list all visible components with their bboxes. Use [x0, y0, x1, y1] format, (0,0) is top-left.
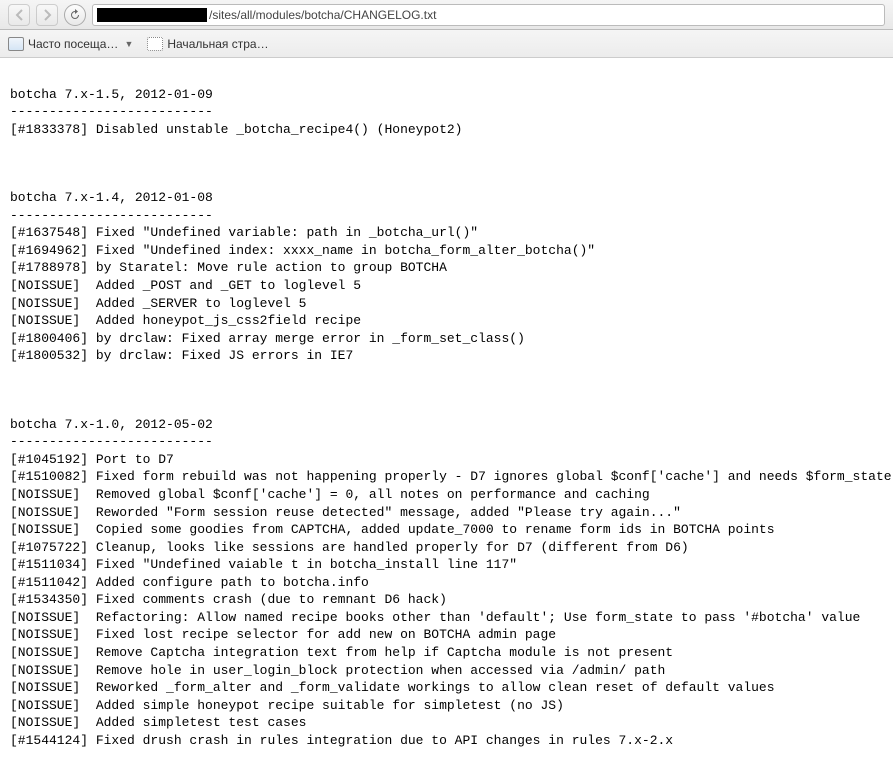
back-button[interactable]: [8, 4, 30, 26]
url-host-redacted: [97, 8, 207, 22]
changelog-line: [NOISSUE] Remove Captcha integration tex…: [10, 645, 673, 660]
changelog-line: [NOISSUE] Added _POST and _GET to loglev…: [10, 278, 361, 293]
forward-button[interactable]: [36, 4, 58, 26]
separator: --------------------------: [10, 208, 213, 223]
page-icon: [147, 37, 163, 51]
browser-toolbar: /sites/all/modules/botcha/CHANGELOG.txt: [0, 0, 893, 30]
changelog-line: [NOISSUE] Added _SERVER to loglevel 5: [10, 296, 306, 311]
separator: --------------------------: [10, 434, 213, 449]
changelog-line: [NOISSUE] Remove hole in user_login_bloc…: [10, 663, 665, 678]
changelog-line: [#1544124] Fixed drush crash in rules in…: [10, 733, 673, 748]
changelog-line: [#1637548] Fixed "Undefined variable: pa…: [10, 225, 478, 240]
changelog-line: [#1788978] by Staratel: Move rule action…: [10, 260, 447, 275]
changelog-line: [NOISSUE] Added honeypot_js_css2field re…: [10, 313, 361, 328]
url-bar[interactable]: /sites/all/modules/botcha/CHANGELOG.txt: [92, 4, 885, 26]
changelog-line: [#1511034] Fixed "Undefined vaiable t in…: [10, 557, 517, 572]
reload-icon: [69, 9, 81, 21]
version-block: botcha 7.x-1.4, 2012-01-08 -------------…: [10, 172, 883, 365]
changelog-line: [#1534350] Fixed comments crash (due to …: [10, 592, 447, 607]
version-block: botcha 7.x-1.5, 2012-01-09 -------------…: [10, 86, 883, 139]
changelog-line: [NOISSUE] Removed global $conf['cache'] …: [10, 487, 650, 502]
changelog-line: [#1833378] Disabled unstable _botcha_rec…: [10, 122, 462, 137]
url-path: /sites/all/modules/botcha/CHANGELOG.txt: [209, 8, 436, 22]
reload-button[interactable]: [64, 4, 86, 26]
chevron-down-icon: ▼: [124, 39, 133, 49]
changelog-line: [NOISSUE] Added simpletest test cases: [10, 715, 306, 730]
changelog-content: botcha 7.x-1.5, 2012-01-09 -------------…: [0, 58, 893, 775]
version-header: botcha 7.x-1.0, 2012-05-02: [10, 417, 213, 432]
changelog-line: [NOISSUE] Reworded "Form session reuse d…: [10, 505, 681, 520]
version-header: botcha 7.x-1.4, 2012-01-08: [10, 190, 213, 205]
folder-icon: [8, 37, 24, 51]
bookmark-most-visited[interactable]: Часто посеща… ▼: [8, 37, 133, 51]
changelog-line: [#1075722] Cleanup, looks like sessions …: [10, 540, 689, 555]
changelog-line: [NOISSUE] Copied some goodies from CAPTC…: [10, 522, 775, 537]
bookmark-start-page[interactable]: Начальная стра…: [147, 37, 268, 51]
separator: --------------------------: [10, 104, 213, 119]
bookmark-label: Начальная стра…: [167, 37, 268, 51]
changelog-line: [#1694962] Fixed "Undefined index: xxxx_…: [10, 243, 595, 258]
bookmarks-bar: Часто посеща… ▼ Начальная стра…: [0, 30, 893, 58]
changelog-line: [#1045192] Port to D7: [10, 452, 174, 467]
changelog-line: [NOISSUE] Fixed lost recipe selector for…: [10, 627, 556, 642]
changelog-line: [#1511042] Added configure path to botch…: [10, 575, 369, 590]
version-header: botcha 7.x-1.5, 2012-01-09: [10, 87, 213, 102]
changelog-line: [#1800532] by drclaw: Fixed JS errors in…: [10, 348, 353, 363]
changelog-line: [#1510082] Fixed form rebuild was not ha…: [10, 469, 893, 484]
chevron-right-icon: [43, 9, 52, 21]
changelog-line: [NOISSUE] Reworked _form_alter and _form…: [10, 680, 775, 695]
changelog-line: [#1800406] by drclaw: Fixed array merge …: [10, 331, 525, 346]
chevron-left-icon: [15, 9, 24, 21]
changelog-line: [NOISSUE] Refactoring: Allow named recip…: [10, 610, 860, 625]
version-block: botcha 7.x-1.0, 2012-05-02 -------------…: [10, 398, 883, 749]
bookmark-label: Часто посеща…: [28, 37, 118, 51]
changelog-line: [NOISSUE] Added simple honeypot recipe s…: [10, 698, 564, 713]
